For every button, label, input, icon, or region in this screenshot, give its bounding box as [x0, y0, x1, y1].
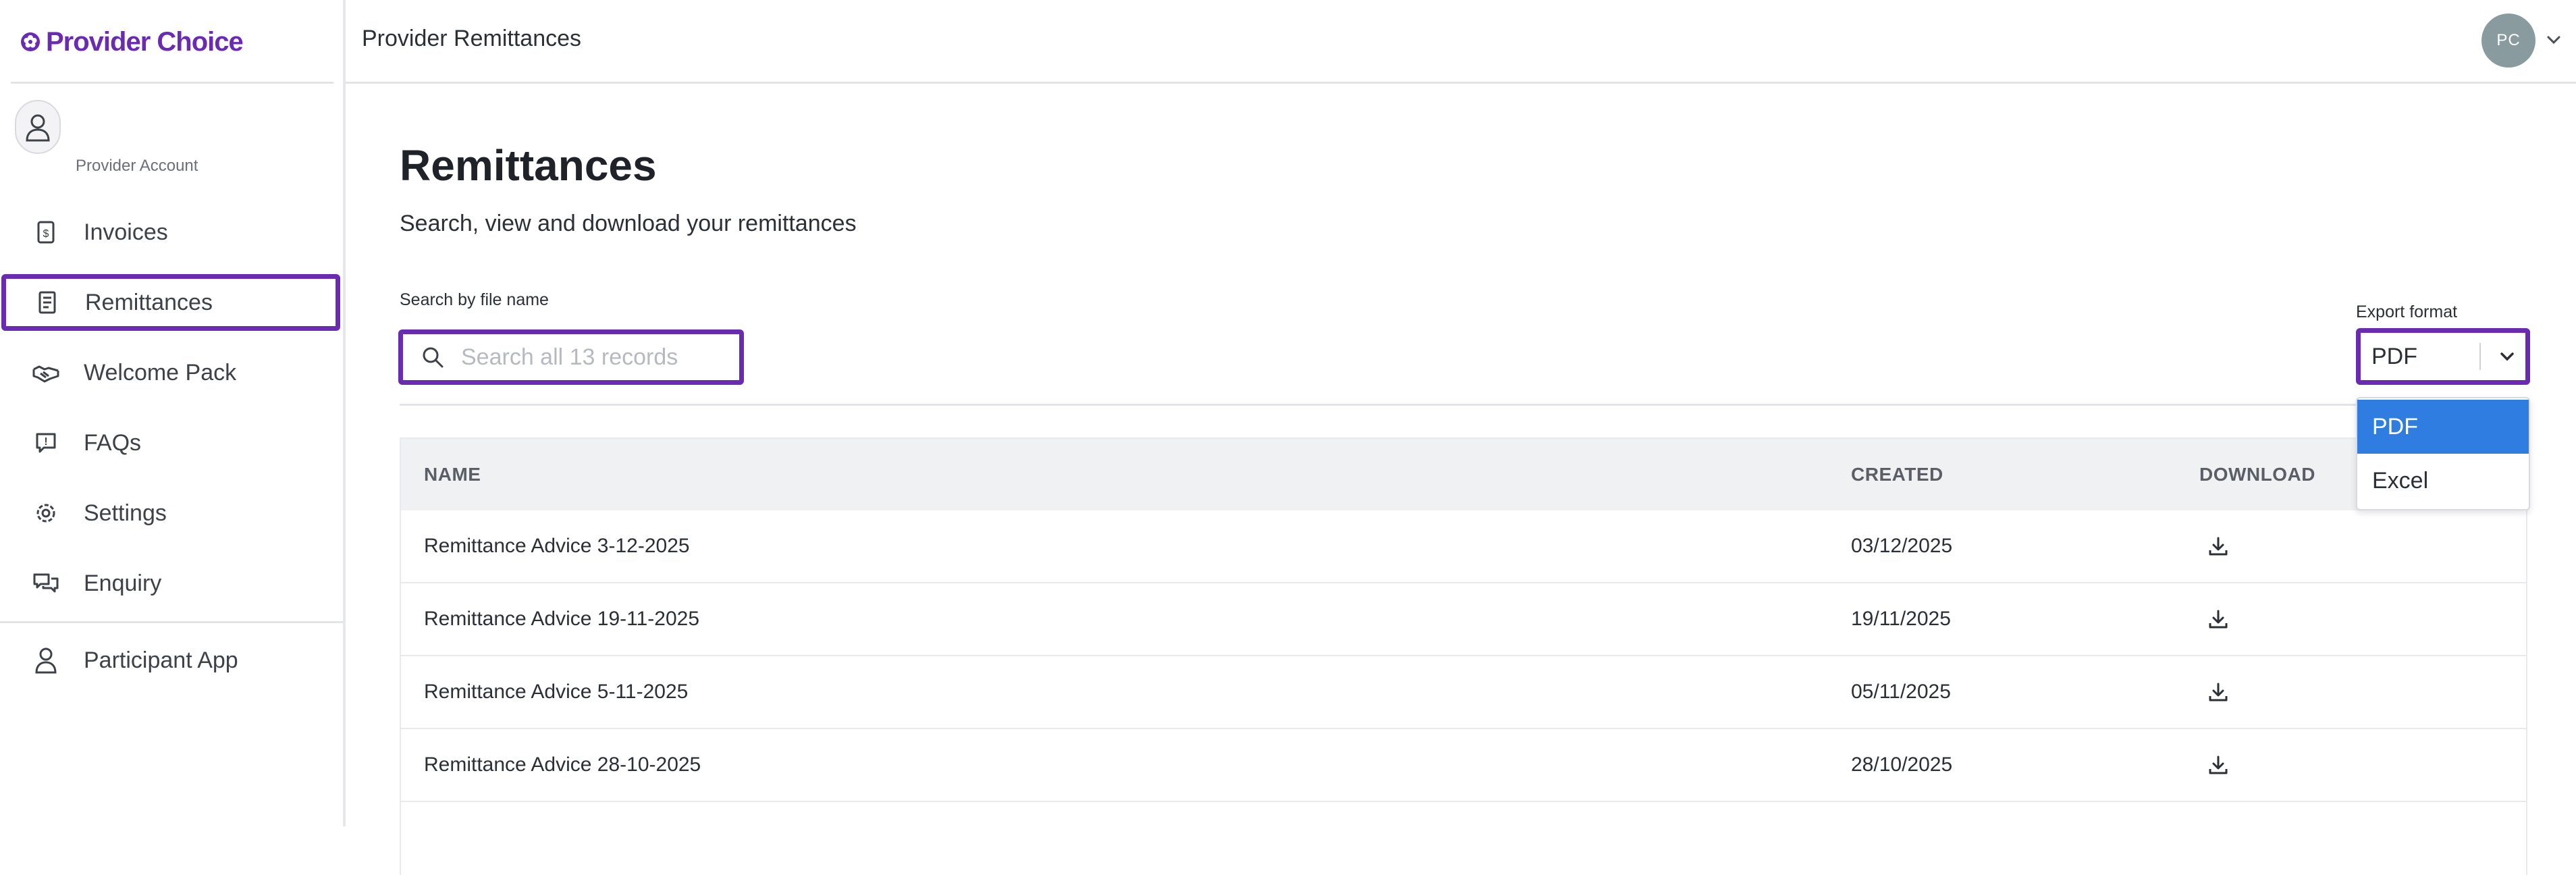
table-row: Remittance Advice 28-10-2025 28/10/2025 [401, 729, 2526, 802]
row-name: Remittance Advice 3-12-2025 [424, 535, 690, 557]
option-excel[interactable]: Excel [2357, 454, 2529, 508]
row-created: 28/10/2025 [1851, 753, 1953, 776]
nav-divider [0, 621, 343, 623]
row-name: Remittance Advice 19-11-2025 [424, 608, 700, 630]
sidebar-item-faqs[interactable]: ! FAQs [0, 416, 343, 470]
account-label: Provider Account [76, 157, 198, 175]
column-header-created[interactable]: CREATED [1851, 464, 2199, 485]
table-row: Remittance Advice 19-11-2025 19/11/2025 [401, 583, 2526, 656]
page-subtitle: Search, view and download your remittanc… [400, 211, 857, 236]
row-created: 19/11/2025 [1851, 608, 1951, 630]
sidebar-item-label: Invoices [84, 219, 168, 245]
row-created: 03/12/2025 [1851, 535, 1953, 557]
page-title: Remittances [400, 141, 657, 190]
handshake-icon [32, 359, 59, 386]
brand-logo[interactable]: Provider Choice [20, 23, 244, 61]
account-avatar[interactable] [15, 100, 61, 154]
column-header-name[interactable]: NAME [401, 464, 1851, 485]
gear-icon [32, 500, 59, 527]
sidebar-item-label: Enquiry [84, 570, 162, 596]
brand-divider [11, 82, 333, 84]
export-format-value: PDF [2371, 343, 2417, 369]
download-icon[interactable] [2205, 679, 2232, 706]
header-title: Provider Remittances [362, 26, 582, 51]
chevron-down-icon[interactable] [2544, 30, 2564, 50]
sidebar-item-settings[interactable]: Settings [0, 486, 343, 540]
toolbar-divider [400, 404, 2527, 406]
chevron-down-icon[interactable] [2490, 347, 2524, 366]
table-row-partial [401, 802, 2526, 875]
search-input[interactable] [460, 343, 730, 371]
user-outline-icon [26, 114, 50, 142]
user-avatar[interactable]: PC [2481, 14, 2535, 68]
receipt-icon [34, 289, 61, 316]
row-name: Remittance Advice 28-10-2025 [424, 753, 701, 776]
export-format-label: Export format [2356, 302, 2458, 321]
svg-text:$: $ [43, 228, 49, 240]
search-icon [423, 347, 444, 368]
sidebar-item-label: Welcome Pack [84, 359, 237, 386]
brand-flower-icon [21, 32, 40, 51]
table-row: Remittance Advice 3-12-2025 03/12/2025 [401, 510, 2526, 583]
download-icon[interactable] [2205, 751, 2232, 778]
sidebar-item-label: FAQs [84, 429, 142, 456]
option-pdf[interactable]: PDF [2357, 400, 2529, 454]
search-label: Search by file name [400, 290, 549, 309]
download-icon[interactable] [2205, 606, 2232, 633]
brand-name: Provider Choice [46, 26, 244, 57]
sidebar-item-remittances[interactable]: Remittances [1, 274, 340, 331]
top-bar: Provider Remittances PC [346, 0, 2576, 84]
row-created: 05/11/2025 [1851, 681, 1951, 703]
sidebar: Provider Choice Provider Account $ Invoi… [0, 0, 346, 826]
table-header: NAME CREATED DOWNLOAD [401, 439, 2526, 510]
faq-icon: ! [32, 429, 59, 456]
sidebar-item-invoices[interactable]: $ Invoices [0, 205, 343, 259]
export-format-dropdown: PDF Excel [2356, 397, 2530, 510]
remittances-table: NAME CREATED DOWNLOAD Remittance Advice … [400, 437, 2527, 875]
invoice-icon: $ [32, 219, 59, 246]
download-icon[interactable] [2205, 533, 2232, 560]
row-name: Remittance Advice 5-11-2025 [424, 681, 689, 703]
sidebar-item-label: Participant App [84, 647, 238, 673]
person-icon [32, 647, 59, 674]
sidebar-item-welcome-pack[interactable]: Welcome Pack [0, 346, 343, 400]
table-row: Remittance Advice 5-11-2025 05/11/2025 [401, 656, 2526, 729]
sidebar-item-label: Remittances [85, 289, 213, 315]
sidebar-item-label: Settings [84, 500, 167, 526]
chat-icon [32, 570, 59, 597]
search-field[interactable] [398, 329, 744, 385]
export-format-select[interactable]: PDF [2356, 328, 2530, 385]
svg-text:!: ! [44, 436, 47, 448]
select-separator [2479, 343, 2481, 370]
sidebar-item-enquiry[interactable]: Enquiry [0, 556, 343, 610]
sidebar-item-participant-app[interactable]: Participant App [0, 633, 343, 687]
